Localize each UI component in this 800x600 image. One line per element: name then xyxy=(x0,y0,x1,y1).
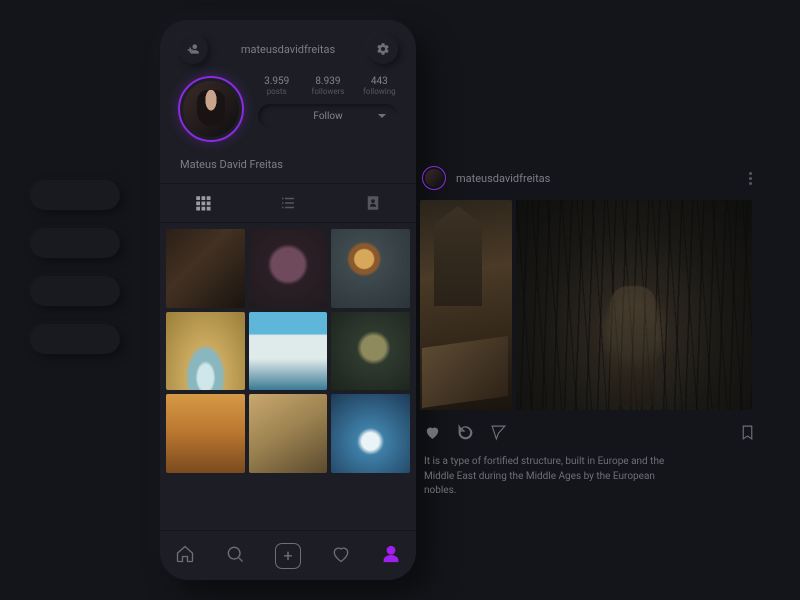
search-icon xyxy=(225,544,245,564)
post-detail: mateusdavidfreitas It is a type of forti… xyxy=(420,160,760,501)
grid-icon xyxy=(194,194,212,212)
follow-button[interactable]: Follow xyxy=(258,104,398,128)
home-icon xyxy=(175,544,195,564)
detail-username[interactable]: mateusdavidfreitas xyxy=(456,172,732,185)
username: mateusdavidfreitas xyxy=(241,43,335,56)
post-thumb[interactable] xyxy=(166,229,245,308)
bottom-nav: + xyxy=(160,530,416,580)
follow-label: Follow xyxy=(313,111,342,122)
avatar xyxy=(183,81,239,137)
gear-icon xyxy=(376,42,390,56)
display-name: Mateus David Freitas xyxy=(160,152,416,183)
decor-pill xyxy=(30,228,120,258)
like-button[interactable] xyxy=(424,424,441,445)
bookmark-icon xyxy=(739,424,756,441)
nav-profile[interactable] xyxy=(381,544,401,568)
heart-icon xyxy=(331,544,351,564)
comment-icon xyxy=(457,424,474,441)
post-thumb[interactable] xyxy=(331,312,410,391)
nav-create[interactable]: + xyxy=(275,543,301,569)
detail-images xyxy=(420,200,760,410)
settings-button[interactable] xyxy=(368,34,398,64)
decor-pill xyxy=(30,180,120,210)
stat-label: followers xyxy=(309,87,346,96)
profile-card: mateusdavidfreitas 3.959 posts 8.939 fol… xyxy=(160,20,416,580)
tab-list[interactable] xyxy=(245,184,330,222)
tab-tagged[interactable] xyxy=(331,184,416,222)
nav-home[interactable] xyxy=(175,544,195,568)
stat-label: posts xyxy=(258,87,295,96)
post-thumb[interactable] xyxy=(166,394,245,473)
plus-icon: + xyxy=(283,548,292,564)
post-thumb[interactable] xyxy=(331,394,410,473)
tab-grid[interactable] xyxy=(160,184,245,222)
detail-image[interactable] xyxy=(516,200,752,410)
heart-icon xyxy=(424,424,441,441)
detail-image[interactable] xyxy=(420,200,512,410)
add-person-button[interactable] xyxy=(178,34,208,64)
avatar-ring-small[interactable] xyxy=(422,166,446,190)
profile-row: 3.959 posts 8.939 followers 443 followin… xyxy=(160,72,416,152)
post-thumb[interactable] xyxy=(331,229,410,308)
stat-following[interactable]: 443 following xyxy=(361,76,398,96)
share-button[interactable] xyxy=(490,424,507,445)
nav-activity[interactable] xyxy=(331,544,351,568)
avatar-small xyxy=(425,169,443,187)
person-icon xyxy=(381,544,401,564)
post-thumb[interactable] xyxy=(166,312,245,391)
stat-label: following xyxy=(361,87,398,96)
topbar: mateusdavidfreitas xyxy=(160,20,416,72)
stats-block: 3.959 posts 8.939 followers 443 followin… xyxy=(258,76,398,128)
bookmark-button[interactable] xyxy=(739,424,756,445)
decor-pill xyxy=(30,276,120,306)
view-tabs xyxy=(160,183,416,223)
stat-value: 443 xyxy=(361,76,398,87)
avatar-ring[interactable] xyxy=(178,76,244,142)
post-thumb[interactable] xyxy=(249,394,328,473)
post-caption: It is a type of fortified structure, bui… xyxy=(420,453,672,501)
list-icon xyxy=(279,194,297,212)
post-actions xyxy=(420,410,760,453)
tagged-icon xyxy=(364,194,382,212)
share-icon xyxy=(490,424,507,441)
detail-header: mateusdavidfreitas xyxy=(420,160,760,200)
stat-value: 3.959 xyxy=(258,76,295,87)
stat-value: 8.939 xyxy=(309,76,346,87)
more-button[interactable] xyxy=(742,172,758,185)
post-grid xyxy=(160,223,416,479)
post-thumb[interactable] xyxy=(249,229,328,308)
background-decor xyxy=(30,180,120,372)
post-thumb[interactable] xyxy=(249,312,328,391)
nav-search[interactable] xyxy=(225,544,245,568)
stat-posts[interactable]: 3.959 posts xyxy=(258,76,295,96)
chevron-down-icon xyxy=(378,114,386,118)
decor-pill xyxy=(30,324,120,354)
add-person-icon xyxy=(186,42,200,56)
comment-button[interactable] xyxy=(457,424,474,445)
stat-followers[interactable]: 8.939 followers xyxy=(309,76,346,96)
